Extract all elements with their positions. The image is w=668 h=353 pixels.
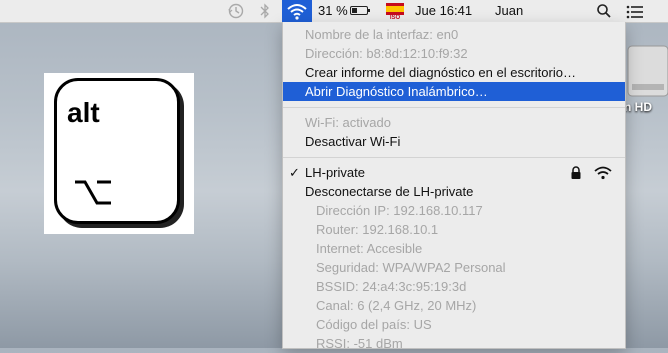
notification-center-icon[interactable]: [626, 4, 644, 19]
alt-key: alt: [54, 78, 180, 224]
wifi-icon[interactable]: [282, 0, 312, 22]
clock[interactable]: Jue 16:41: [415, 0, 472, 22]
spotlight-search-icon[interactable]: [596, 3, 612, 19]
hard-disk-label: n HD: [624, 100, 652, 114]
option-key-icon: [75, 180, 111, 205]
create-diagnostics-report-item[interactable]: Crear informe del diagnóstico en el escr…: [283, 63, 625, 82]
mac-address-item: Dirección: b8:8d:12:10:f9:32: [305, 46, 468, 61]
network-item-lh-private[interactable]: ✓ LH-private: [283, 163, 625, 182]
battery-percent[interactable]: 31 %: [318, 0, 348, 22]
checkmark-icon: ✓: [289, 165, 300, 180]
flag-iso-label: ISO: [389, 15, 401, 21]
alt-key-image: alt: [44, 73, 194, 234]
ip-address-item: Dirección IP: 192.168.10.117: [316, 203, 483, 218]
security-item: Seguridad: WPA/WPA2 Personal: [316, 260, 506, 275]
alt-key-label: alt: [67, 97, 100, 128]
menu-separator: [283, 157, 625, 158]
country-code-item: Código del país: US: [316, 317, 432, 332]
menu-separator: [283, 107, 625, 108]
rssi-item: RSSI: -51 dBm: [316, 336, 403, 351]
internet-status-item: Internet: Accesible: [316, 241, 423, 256]
channel-item: Canal: 6 (2,4 GHz, 20 MHz): [316, 298, 477, 313]
turn-wifi-off-item[interactable]: Desactivar Wi-Fi: [283, 132, 625, 151]
user-name[interactable]: Juan: [495, 0, 523, 22]
bssid-item: BSSID: 24:a4:3c:95:19:3d: [316, 279, 467, 294]
time-machine-icon[interactable]: [227, 3, 245, 19]
menu-bar: 31 % ISO Jue 16:41 Juan: [0, 0, 668, 23]
bluetooth-icon[interactable]: [260, 3, 270, 19]
interface-name-item: Nombre de la interfaz: en0: [305, 27, 459, 42]
router-item: Router: 192.168.10.1: [316, 222, 439, 237]
spain-flag-icon[interactable]: ISO: [386, 3, 404, 21]
battery-icon[interactable]: [350, 6, 370, 15]
disconnect-network-item[interactable]: Desconectarse de LH-private: [283, 182, 625, 201]
hard-disk-icon[interactable]: [624, 40, 668, 98]
wifi-status-item: Wi-Fi: activado: [305, 115, 391, 130]
open-wireless-diagnostics-item[interactable]: Abrir Diagnóstico Inalámbrico…: [283, 82, 625, 101]
wifi-menu: Nombre de la interfaz: en0 Dirección: b8…: [282, 22, 626, 351]
